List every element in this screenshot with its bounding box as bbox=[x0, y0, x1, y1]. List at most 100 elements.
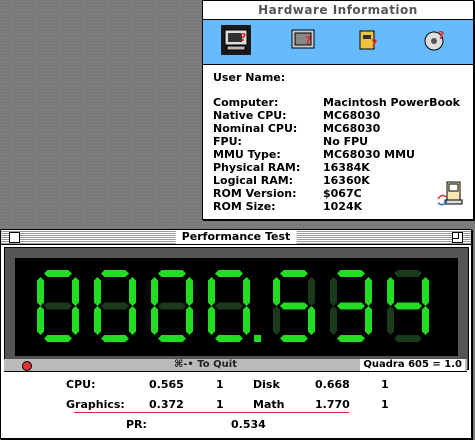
spec-value: $067C bbox=[323, 187, 362, 200]
disk-info-button[interactable]: ? bbox=[421, 25, 451, 55]
led-segment bbox=[394, 335, 422, 342]
svg-text:?: ? bbox=[371, 37, 377, 50]
led-segment bbox=[422, 277, 429, 306]
hardware-info-title[interactable]: Hardware Information bbox=[203, 1, 473, 20]
spec-key: Logical RAM: bbox=[213, 174, 294, 187]
led-display bbox=[15, 258, 458, 356]
led-segment bbox=[101, 302, 129, 310]
cpu-label: CPU: bbox=[66, 378, 96, 391]
spec-value: MC68030 bbox=[323, 109, 381, 122]
led-segment bbox=[308, 306, 315, 335]
reference-label: Quadra 605 = 1.0 bbox=[360, 359, 465, 371]
led-segment bbox=[365, 306, 372, 335]
spec-key: Computer: bbox=[213, 96, 279, 109]
led-segment bbox=[243, 277, 250, 306]
hardware-info-window: Hardware Information ? ? ? ? User Name: … bbox=[202, 0, 474, 220]
computer-info-icon: ? bbox=[224, 29, 248, 51]
card-info-icon: ? bbox=[359, 30, 377, 50]
spec-row: Physical RAM: 16384K bbox=[213, 161, 473, 174]
monitor-info-button[interactable]: ? bbox=[288, 25, 318, 55]
macintosh-icon bbox=[437, 181, 463, 206]
led-segment bbox=[337, 302, 365, 310]
status-bar: ⌘-• To Quit Quadra 605 = 1.0 bbox=[4, 359, 467, 372]
disk-count: 1 bbox=[381, 378, 389, 391]
disk-label: Disk bbox=[253, 378, 280, 391]
led-digits bbox=[37, 270, 429, 342]
cpu-value: 0.565 bbox=[149, 378, 184, 391]
led-segment bbox=[158, 270, 186, 277]
led-segment bbox=[101, 270, 129, 277]
performance-title: Performance Test bbox=[175, 230, 297, 244]
led-segment bbox=[215, 335, 243, 342]
spec-value: 16360K bbox=[323, 174, 370, 187]
led-segment bbox=[273, 277, 280, 306]
card-info-button[interactable]: ? bbox=[355, 25, 385, 55]
led-segment bbox=[158, 302, 186, 310]
close-box[interactable] bbox=[9, 232, 20, 243]
svg-text:?: ? bbox=[305, 34, 311, 47]
led-segment bbox=[44, 302, 72, 310]
spec-row: Logical RAM: 16360K bbox=[213, 174, 473, 187]
spec-row: Nominal CPU: MC68030 bbox=[213, 122, 473, 135]
spec-value: 16384K bbox=[323, 161, 370, 174]
led-segment bbox=[186, 277, 193, 306]
performance-test-window: Performance Test ⌘-• To Quit Quadra 605 … bbox=[0, 229, 472, 439]
led-segment bbox=[215, 270, 243, 277]
disk-info-icon: ? bbox=[424, 29, 444, 51]
spec-value: MC68030 bbox=[323, 122, 381, 135]
stop-indicator-icon[interactable] bbox=[22, 361, 32, 371]
spec-key: MMU Type: bbox=[213, 148, 281, 161]
monitor-info-icon: ? bbox=[291, 29, 315, 49]
led-segment bbox=[280, 335, 308, 342]
led-segment bbox=[365, 277, 372, 306]
spec-row: MMU Type: MC68030 MMU bbox=[213, 148, 473, 161]
graphics-value: 0.372 bbox=[149, 398, 184, 411]
spec-row: Native CPU: MC68030 bbox=[213, 109, 473, 122]
spec-key: Physical RAM: bbox=[213, 161, 301, 174]
results-panel: CPU: 0.565 1 Disk 0.668 1 Graphics: 0.37… bbox=[4, 372, 467, 434]
led-segment bbox=[394, 270, 422, 277]
spec-row: ROM Version: $067C bbox=[213, 187, 473, 200]
led-segment bbox=[394, 302, 422, 310]
spec-row: ROM Size: 1024K bbox=[213, 200, 473, 213]
led-display-frame bbox=[4, 247, 469, 370]
led-decimal-point bbox=[254, 335, 261, 342]
led-segment bbox=[94, 306, 101, 335]
spec-key: Native CPU: bbox=[213, 109, 287, 122]
led-segment bbox=[129, 306, 136, 335]
svg-text:?: ? bbox=[240, 31, 246, 44]
quit-hint: ⌘-• To Quit bbox=[174, 359, 237, 370]
led-segment bbox=[151, 306, 158, 335]
led-segment bbox=[44, 335, 72, 342]
led-segment bbox=[337, 335, 365, 342]
zoom-box[interactable] bbox=[452, 232, 463, 243]
led-segment bbox=[158, 335, 186, 342]
led-segment bbox=[330, 306, 337, 335]
spec-row: Computer: Macintosh PowerBook bbox=[213, 96, 473, 109]
led-segment bbox=[337, 270, 365, 277]
led-segment bbox=[72, 306, 79, 335]
led-segment bbox=[94, 277, 101, 306]
led-segment bbox=[208, 306, 215, 335]
performance-titlebar[interactable]: Performance Test bbox=[1, 230, 471, 245]
svg-text:?: ? bbox=[438, 29, 444, 42]
pr-label: PR: bbox=[126, 418, 147, 431]
results-divider bbox=[74, 412, 349, 413]
led-segment bbox=[243, 306, 250, 335]
led-segment bbox=[387, 277, 394, 306]
led-segment bbox=[37, 277, 44, 306]
led-segment bbox=[330, 277, 337, 306]
led-segment bbox=[280, 270, 308, 277]
spec-value: 1024K bbox=[323, 200, 363, 213]
disk-value: 0.668 bbox=[315, 378, 350, 391]
cpu-count: 1 bbox=[216, 378, 224, 391]
led-segment bbox=[101, 335, 129, 342]
computer-info-button[interactable]: ? bbox=[221, 25, 251, 55]
led-segment bbox=[273, 306, 280, 335]
led-segment bbox=[215, 302, 243, 310]
led-segment bbox=[44, 270, 72, 277]
led-segment bbox=[208, 277, 215, 306]
spec-key: FPU: bbox=[213, 135, 242, 148]
graphics-count: 1 bbox=[216, 398, 224, 411]
hardware-toolbar: ? ? ? ? bbox=[203, 20, 473, 65]
